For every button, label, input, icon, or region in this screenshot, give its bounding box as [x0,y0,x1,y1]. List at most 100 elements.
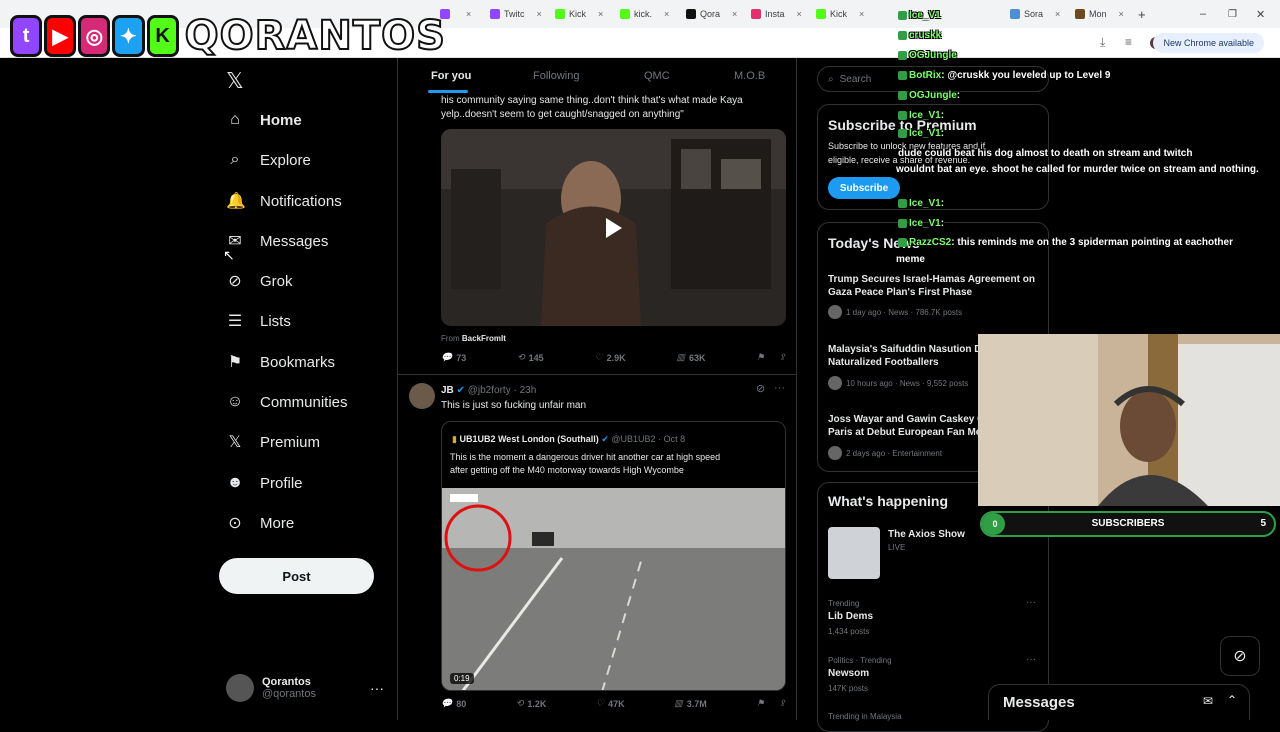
like-button[interactable]: ♡ 47K [596,698,625,709]
account-switcher[interactable]: Qorantos @qorantos [226,674,316,702]
views-button[interactable]: ▥ 63K [676,352,705,363]
more-options-icon[interactable]: ··· [370,680,384,696]
chat-badge-icon [898,237,907,247]
bookmark-button[interactable]: ⚑ ⇪ [756,698,786,709]
premium-icon: 𝕏 [228,434,242,451]
views-button[interactable]: ▥ 3.7M [674,698,707,709]
chat-badge-icon [898,110,907,120]
close-window-icon[interactable]: ✕ [1256,4,1265,24]
tab-following[interactable]: Following [533,70,579,82]
video-player[interactable]: 0:19 [442,488,785,690]
more-options-icon[interactable]: ··· [774,382,785,394]
tweet-author[interactable]: JB [441,385,454,396]
tab-qmc[interactable]: QMC [644,70,670,82]
live-thumbnail[interactable] [828,527,880,579]
chat-text: dude could beat his dog almost to death … [898,148,1193,159]
nav-item-label: Grok [260,272,293,290]
reply-button[interactable]: 💬 80 [441,698,466,709]
new-message-icon[interactable]: ✉ [1203,694,1213,708]
nav-item-home[interactable]: ⌂ Home [226,106,302,134]
bookmark-button[interactable]: ⚑ ⇪ [756,352,786,363]
browser-tab[interactable]: Twitc × [490,4,542,24]
tab-mob[interactable]: M.O.B [734,70,765,82]
close-tab-icon[interactable]: × [664,9,669,19]
browser-tab[interactable]: Kick × [816,4,864,24]
nav-item-profile[interactable]: ☻ Profile [226,469,303,497]
nav-item-notifications[interactable]: 🔔 Notifications [226,187,342,215]
grok-icon: ⊘ [1233,648,1247,665]
minimize-icon[interactable]: – [1200,4,1206,24]
quoted-tweet[interactable]: ▮ UB1UB2 West London (Southall) ✔ @UB1UB… [441,421,786,691]
more-options-icon[interactable]: ··· [1026,597,1036,608]
nav-item-premium[interactable]: 𝕏 Premium [226,428,320,456]
video-player[interactable] [441,129,786,326]
play-icon[interactable] [605,217,622,238]
share-icon[interactable]: ⇪ [778,352,786,363]
chat-badge-icon [898,198,907,208]
chat-message: cruskk [898,30,941,41]
grok-button[interactable]: ⊘ [1220,636,1260,676]
browser-tab[interactable]: Mon × [1075,4,1124,24]
source-link[interactable]: BackFromIt [462,334,506,343]
close-tab-icon[interactable]: × [1119,9,1124,19]
close-tab-icon[interactable]: × [466,9,471,19]
close-tab-icon[interactable]: × [859,9,864,19]
nav-item-bookmarks[interactable]: ⚑ Bookmarks [226,348,335,376]
grok-icon[interactable]: ⊘ [756,382,765,395]
nav-item-lists[interactable]: ☰ Lists [226,307,291,335]
tab-favicon-icon [751,9,761,19]
subscribe-button[interactable]: Subscribe [828,177,900,199]
tweet-handle[interactable]: @jb2forty [468,385,511,396]
nav-item-communities[interactable]: ☺ Communities [226,388,348,416]
nav-item-messages[interactable]: ✉ Messages [226,227,328,255]
nav-item-label: Bookmarks [260,353,336,371]
nav-item-explore[interactable]: ⌕ Explore [226,146,311,174]
live-title[interactable]: The Axios Show [888,529,965,540]
close-tab-icon[interactable]: × [598,9,603,19]
browser-tab[interactable]: Qora × [686,4,737,24]
chat-text: : [940,198,945,209]
reply-button[interactable]: 💬 73 [441,352,466,363]
more-options-icon[interactable]: ··· [1026,654,1036,665]
nav-item-grok[interactable]: ⊘ Grok [226,267,293,295]
download-icon[interactable]: ⤓ [1100,35,1105,50]
menu-list-icon[interactable]: ≡ [1125,35,1132,49]
close-tab-icon[interactable]: × [797,9,802,19]
repost-button[interactable]: ⟲ 145 [517,352,544,363]
restore-icon[interactable]: ❐ [1228,4,1237,24]
video-duration: 0:19 [450,673,474,684]
news-item-title[interactable]: Trump Secures Israel-Hamas Agreement on … [828,273,1038,299]
dashcam-frame [442,488,785,690]
trend-name[interactable]: Newsom [828,668,869,679]
close-tab-icon[interactable]: × [1055,9,1060,19]
avatar [828,376,842,390]
avatar[interactable] [409,383,435,409]
tweet-text: his community saying same thing..don't t… [441,95,743,106]
browser-tab[interactable]: Insta × [751,4,802,24]
chrome-update-pill[interactable]: New Chrome available [1153,33,1264,53]
account-name: Qorantos [262,676,311,688]
messages-drawer[interactable]: Messages ✉ ⌃ [988,684,1250,720]
like-button[interactable]: ♡ 2.9K [595,352,626,363]
close-tab-icon[interactable]: × [732,9,737,19]
tweet-time[interactable]: 23h [520,385,537,396]
messages-drawer-title: Messages [1003,694,1075,711]
browser-tab[interactable]: Sora × [1010,4,1060,24]
browser-tab[interactable]: kick. × [620,4,669,24]
x-logo-icon[interactable]: 𝕏 [226,68,244,94]
tab-for-you[interactable]: For you [431,70,471,82]
repost-button[interactable]: ⟲ 1.2K [516,698,547,709]
nav-item-more[interactable]: ⊙ More [226,509,294,537]
chat-username: Ice_V1 [909,128,941,139]
browser-tab[interactable]: Kick × [555,4,603,24]
post-button[interactable]: Post [219,558,374,594]
chevron-up-icon[interactable]: ⌃ [1227,693,1237,707]
share-icon[interactable]: ⇪ [778,698,786,709]
trend-name[interactable]: Lib Dems [828,611,873,622]
reply-icon: 💬 [441,698,453,708]
close-tab-icon[interactable]: × [537,9,542,19]
chat-username: OGJungle [909,90,957,101]
divider [398,374,796,375]
subscriber-goal: 5 [1260,518,1266,529]
new-tab-button[interactable]: + [1138,4,1146,24]
